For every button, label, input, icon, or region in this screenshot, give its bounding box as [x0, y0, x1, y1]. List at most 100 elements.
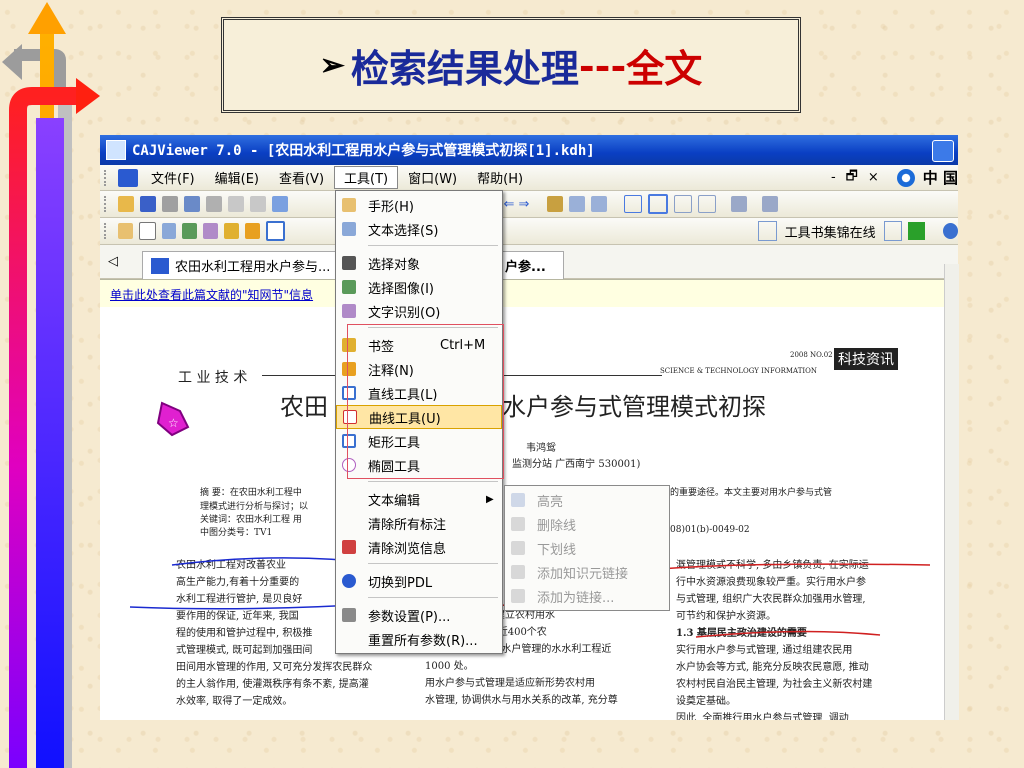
- ocr-tool-icon[interactable]: [203, 223, 219, 239]
- toolbar-grip[interactable]: [104, 196, 109, 212]
- submenu-item-underline[interactable]: 下划线: [505, 536, 671, 560]
- empty-icon: [342, 492, 356, 506]
- select-chevron-icon[interactable]: [883, 221, 903, 241]
- menu-bar: 文件(F) 编辑(E) 查看(V) 工具(T) 窗口(W) 帮助(H) - 🗗 …: [100, 165, 958, 191]
- print-icon[interactable]: [162, 196, 178, 212]
- menu-edit[interactable]: 编辑(E): [205, 168, 269, 187]
- empty-icon: [342, 516, 356, 530]
- menu-item-text-select[interactable]: 文本选择(S): [336, 217, 502, 241]
- menu-item-label: 文字识别(O): [368, 305, 441, 321]
- submenu-item-add-knowledge-link[interactable]: 添加知识元链接: [505, 560, 671, 584]
- options-dropdown-icon[interactable]: [762, 196, 779, 212]
- split-view-icon[interactable]: [698, 195, 717, 213]
- menu-item-clear-annotations[interactable]: 清除所有标注: [336, 511, 502, 535]
- image-select-tool-icon[interactable]: [182, 223, 198, 239]
- zoom-icon[interactable]: [547, 196, 564, 212]
- menu-window[interactable]: 窗口(W): [398, 168, 467, 187]
- submenu-item-add-link[interactable]: 添加为链接...: [505, 584, 671, 608]
- mdi-close-button[interactable]: ×: [868, 170, 879, 185]
- submenu-arrow-icon: ▶: [486, 493, 494, 505]
- menu-help[interactable]: 帮助(H): [467, 168, 533, 187]
- menu-item-reset-settings[interactable]: 重置所有参数(R)...: [336, 627, 502, 651]
- note-tool-icon[interactable]: [245, 223, 261, 239]
- menu-item-label: 文本选择(S): [368, 223, 439, 239]
- undo-icon[interactable]: [272, 196, 288, 212]
- facing-page-icon[interactable]: [674, 195, 693, 213]
- save-icon[interactable]: [140, 196, 156, 212]
- document-icon: [118, 168, 138, 187]
- submenu-label: 高亮: [537, 494, 564, 510]
- rotate-left-icon[interactable]: [569, 196, 586, 212]
- add-link-icon: [511, 589, 525, 603]
- print-preview-icon[interactable]: [184, 196, 200, 212]
- submenu-label: 删除线: [537, 518, 577, 534]
- menu-item-settings[interactable]: 参数设置(P)...: [336, 603, 502, 627]
- document-tab-bar: ◁ 农田水利工程用水户参与... 户参...: [100, 245, 958, 279]
- menu-item-clear-history[interactable]: 清除浏览信息: [336, 535, 502, 559]
- menu-item-ocr[interactable]: 文字识别(O): [336, 299, 502, 323]
- tools-dropdown-icon[interactable]: [731, 196, 748, 212]
- copy-icon[interactable]: [228, 196, 244, 212]
- menu-item-label: 手形(H): [368, 199, 414, 215]
- cnki-logo-text: 中 国: [922, 169, 958, 187]
- slide-title-suffix: 全文: [626, 45, 703, 91]
- submenu-item-highlight[interactable]: 高亮: [505, 488, 671, 512]
- menu-item-select-image[interactable]: 选择图像(I): [336, 275, 502, 299]
- open-icon[interactable]: [118, 196, 134, 212]
- pointer-icon: [342, 256, 356, 270]
- menu-item-label: 清除浏览信息: [368, 541, 447, 557]
- rotate-right-icon[interactable]: [591, 196, 608, 212]
- dropdown-chevron-icon[interactable]: [757, 221, 777, 241]
- select-arrow-icon[interactable]: [138, 222, 156, 240]
- vertical-scrollbar[interactable]: [944, 264, 959, 720]
- decorative-arrow-bars: [2, 2, 100, 768]
- underline-icon: [511, 541, 525, 555]
- menu-separator: [368, 597, 498, 598]
- menu-item-select-object[interactable]: 选择对象: [336, 251, 502, 275]
- menu-file[interactable]: 文件(F): [141, 168, 205, 187]
- menu-item-label: 重置所有参数(R)...: [368, 633, 478, 649]
- submenu-item-strikethrough[interactable]: 删除线: [505, 512, 671, 536]
- kdh-file-icon: [151, 257, 169, 274]
- ocr-icon: [342, 304, 356, 318]
- cnki-info-bar[interactable]: 单击此处查看此篇文献的"知网节"信息: [100, 279, 958, 309]
- paste-icon[interactable]: [250, 196, 266, 212]
- menu-item-switch-pdl[interactable]: 切换到PDL: [336, 569, 502, 593]
- help-icon[interactable]: [943, 223, 958, 239]
- menu-separator: [368, 245, 498, 246]
- reference-tool-select[interactable]: 工具书集锦在线: [785, 222, 878, 241]
- window-title: CAJViewer 7.0 - [农田水利工程用水户参与式管理模式初探[1].k…: [132, 143, 595, 159]
- line-tool-icon[interactable]: [266, 221, 285, 241]
- continuous-page-icon[interactable]: [648, 194, 669, 214]
- properties-icon[interactable]: [206, 196, 222, 212]
- submenu-label: 添加为链接...: [537, 590, 615, 606]
- hand-icon: [342, 198, 356, 212]
- text-select-icon: [342, 222, 356, 236]
- mdi-minimize-button[interactable]: -: [831, 170, 836, 185]
- menu-item-label: 切换到PDL: [368, 575, 433, 591]
- cnki-info-link[interactable]: 单击此处查看此篇文献的"知网节"信息: [110, 286, 313, 303]
- text-tool-icon[interactable]: [161, 223, 177, 239]
- mdi-restore-button[interactable]: 🗗: [846, 167, 858, 189]
- menu-separator: [368, 481, 498, 482]
- text-edit-submenu: 高亮 删除线 下划线 添加知识元链接 添加为链接...: [504, 485, 670, 611]
- bookmark-tool-icon[interactable]: [224, 223, 240, 239]
- back-icon[interactable]: ⇐ ⇒: [504, 197, 530, 212]
- toolbar-grip[interactable]: [104, 169, 109, 186]
- slide-title-box: ➢ 检索结果处理 --- 全文: [221, 17, 801, 113]
- menu-view[interactable]: 查看(V): [269, 168, 334, 187]
- menu-item-hand[interactable]: 手形(H): [336, 193, 502, 217]
- curve-annotation: [659, 563, 931, 570]
- window-titlebar[interactable]: CAJViewer 7.0 - [农田水利工程用水户参与式管理模式初探[1].k…: [100, 135, 958, 165]
- cnki-globe-icon[interactable]: [896, 168, 915, 187]
- go-button[interactable]: [908, 222, 926, 240]
- menu-item-text-edit[interactable]: 文本编辑 ▶: [336, 487, 502, 511]
- single-page-icon[interactable]: [624, 195, 643, 213]
- menu-item-label: 选择图像(I): [368, 281, 434, 297]
- tab-scroll-left-icon[interactable]: ◁: [108, 254, 118, 269]
- svg-text:☆: ☆: [168, 416, 179, 430]
- menu-tools[interactable]: 工具(T): [334, 166, 399, 189]
- toolbar-grip[interactable]: [104, 223, 109, 239]
- minimize-button[interactable]: [932, 140, 954, 162]
- hand-tool-icon[interactable]: [117, 223, 133, 239]
